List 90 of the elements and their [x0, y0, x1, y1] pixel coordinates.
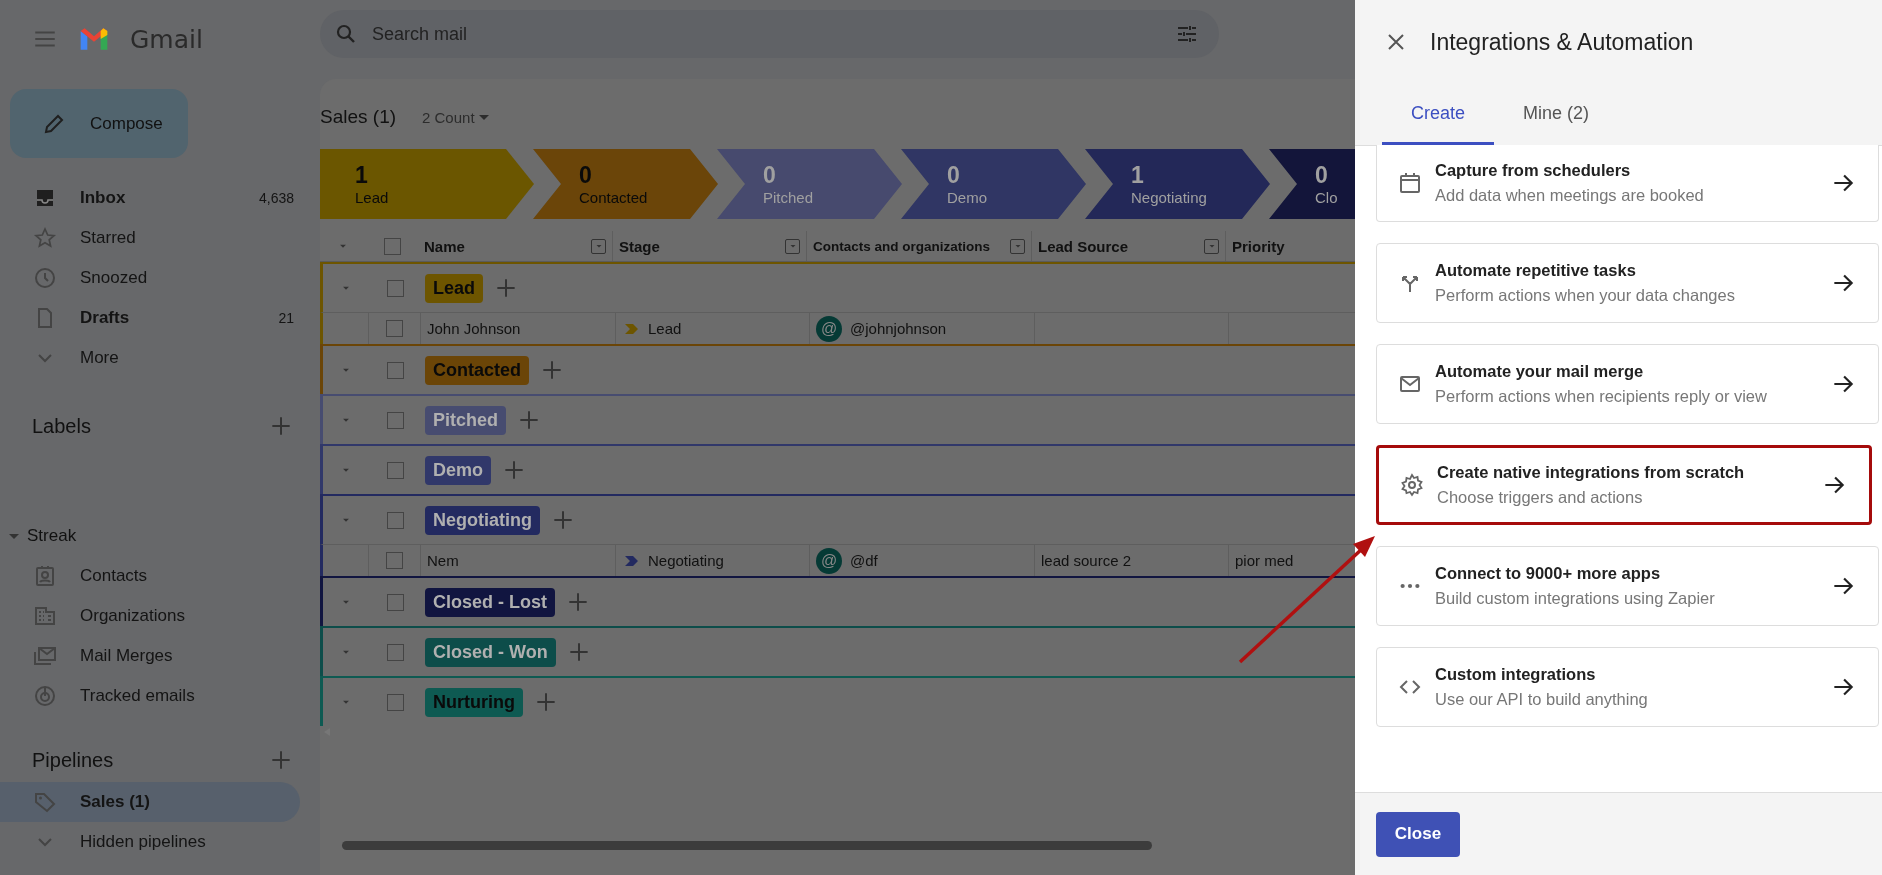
checkbox[interactable] [386, 279, 404, 297]
checkbox[interactable] [386, 411, 404, 429]
stage-tag: Lead [425, 273, 483, 303]
checkbox[interactable] [386, 361, 404, 379]
option-description: Perform actions when recipients reply or view [1435, 387, 1768, 406]
nav-item[interactable]: Snoozed [0, 258, 320, 298]
nav-item[interactable]: Sales (1) [0, 782, 300, 822]
app-name: Gmail [130, 24, 203, 54]
integration-option[interactable]: Automate repetitive tasks Perform actions when your data changes [1376, 243, 1879, 323]
nav-item[interactable]: Contacts [0, 556, 320, 596]
table-cell: pior med [1235, 552, 1294, 569]
checkbox[interactable] [386, 461, 404, 479]
checkbox[interactable] [386, 643, 404, 661]
mail-stack-icon [33, 644, 57, 668]
search-field[interactable]: Search mail [320, 10, 1219, 58]
option-title: Automate repetitive tasks [1435, 261, 1637, 280]
integration-option[interactable]: Connect to 9000+ more apps Build custom integrations using Zapier [1376, 546, 1879, 626]
building-icon [33, 604, 57, 628]
checkbox[interactable] [386, 552, 403, 569]
calendar-icon [1398, 171, 1422, 195]
option-title: Automate your mail merge [1435, 362, 1645, 381]
avatar-icon: @ [816, 547, 842, 574]
section-title: Pipelines [32, 748, 114, 772]
stage-tag: Pitched [425, 405, 506, 435]
stage-tag: Negotiating [425, 505, 540, 535]
stage-tag: Demo [425, 455, 491, 485]
panel-title: Integrations & Automation [1430, 28, 1694, 56]
nav-item[interactable]: More [0, 338, 320, 378]
option-title: Connect to 9000+ more apps [1435, 564, 1662, 583]
option-description: Add data when meetings are booked [1435, 186, 1705, 205]
checkbox[interactable] [386, 593, 404, 611]
table-cell: @df [850, 552, 878, 569]
checkbox[interactable] [383, 237, 401, 255]
nav-item[interactable]: Tracked emails [0, 676, 320, 716]
close-button[interactable]: Close [1376, 811, 1460, 857]
integration-option[interactable]: Automate your mail merge Perform actions when recipients reply or view [1376, 344, 1879, 424]
stage-chevron[interactable]: 0 Contacted [533, 149, 718, 219]
nav-item[interactable]: Starred [0, 218, 320, 258]
tab[interactable]: Mine (2) [1494, 84, 1619, 145]
nav-item[interactable]: Drafts 21 [0, 298, 320, 338]
table-cell: John Johnson [427, 320, 521, 337]
stage-chevron[interactable]: 0 Clo [1269, 149, 1355, 219]
column-header[interactable]: Name [418, 231, 613, 261]
star-icon [33, 226, 57, 250]
more-dots-icon [1400, 583, 1420, 589]
count-menu[interactable]: 2 Count [422, 108, 489, 126]
column-header[interactable]: Lead Source [1032, 231, 1226, 261]
column-header[interactable]: Stage [613, 231, 807, 261]
settings-icon [1400, 473, 1424, 497]
table-cell: Negotiating [648, 552, 724, 569]
avatar-icon: @ [816, 315, 842, 342]
checkbox[interactable] [386, 320, 403, 337]
nav-item[interactable]: Organizations [0, 596, 320, 636]
nav-item[interactable]: Inbox 4,638 [0, 178, 320, 218]
stage-chevron[interactable]: 0 Pitched [717, 149, 902, 219]
table-cell: lead source 2 [1041, 552, 1132, 569]
option-description: Use our API to build anything [1435, 690, 1649, 709]
compose-button[interactable]: Compose [10, 89, 188, 158]
stage-tag: Contacted [425, 355, 529, 385]
target-icon [33, 684, 57, 708]
table-cell: Lead [648, 320, 682, 337]
checkbox[interactable] [386, 693, 404, 711]
nav-item[interactable]: Hidden pipelines [0, 822, 320, 862]
option-title: Create native integrations from scratch [1437, 463, 1746, 482]
option-title: Custom integrations [1435, 665, 1597, 684]
clock-icon [33, 266, 57, 290]
option-title: Capture from schedulers [1435, 161, 1632, 180]
nav-item[interactable]: Mail Merges [0, 636, 320, 676]
section-toggle[interactable]: Streak [0, 516, 320, 556]
column-header[interactable]: Contacts and organizations [807, 231, 1032, 261]
contact-card-icon [33, 564, 57, 588]
stage-tag: Closed - Lost [425, 587, 555, 617]
integration-option[interactable]: Custom integrations Use our API to build anything [1376, 647, 1879, 727]
scrollbar[interactable] [342, 841, 1152, 850]
section-title: Labels [32, 414, 91, 438]
stage-tag: Nurturing [425, 687, 523, 717]
option-description: Perform actions when your data changes [1435, 286, 1736, 305]
checkbox[interactable] [386, 511, 404, 529]
option-description: Choose triggers and actions [1437, 488, 1644, 507]
tag-icon [33, 790, 57, 814]
option-description: Build custom integrations using Zapier [1435, 589, 1716, 608]
table-cell: @johnjohnson [850, 320, 947, 337]
integration-option[interactable]: Capture from schedulers Add data when meetings are booked [1376, 145, 1879, 222]
pipeline-title: Sales (1) [320, 106, 397, 128]
stage-tag: Closed - Won [425, 637, 556, 667]
integration-option[interactable]: Create native integrations from scratch Choose triggers and actions [1376, 445, 1872, 525]
stage-chevron[interactable]: 1 Negotiating [1085, 149, 1270, 219]
stage-chevron[interactable]: 1 Lead [320, 149, 534, 219]
table-cell: Nem [427, 552, 459, 569]
stage-chevron[interactable]: 0 Demo [901, 149, 1086, 219]
